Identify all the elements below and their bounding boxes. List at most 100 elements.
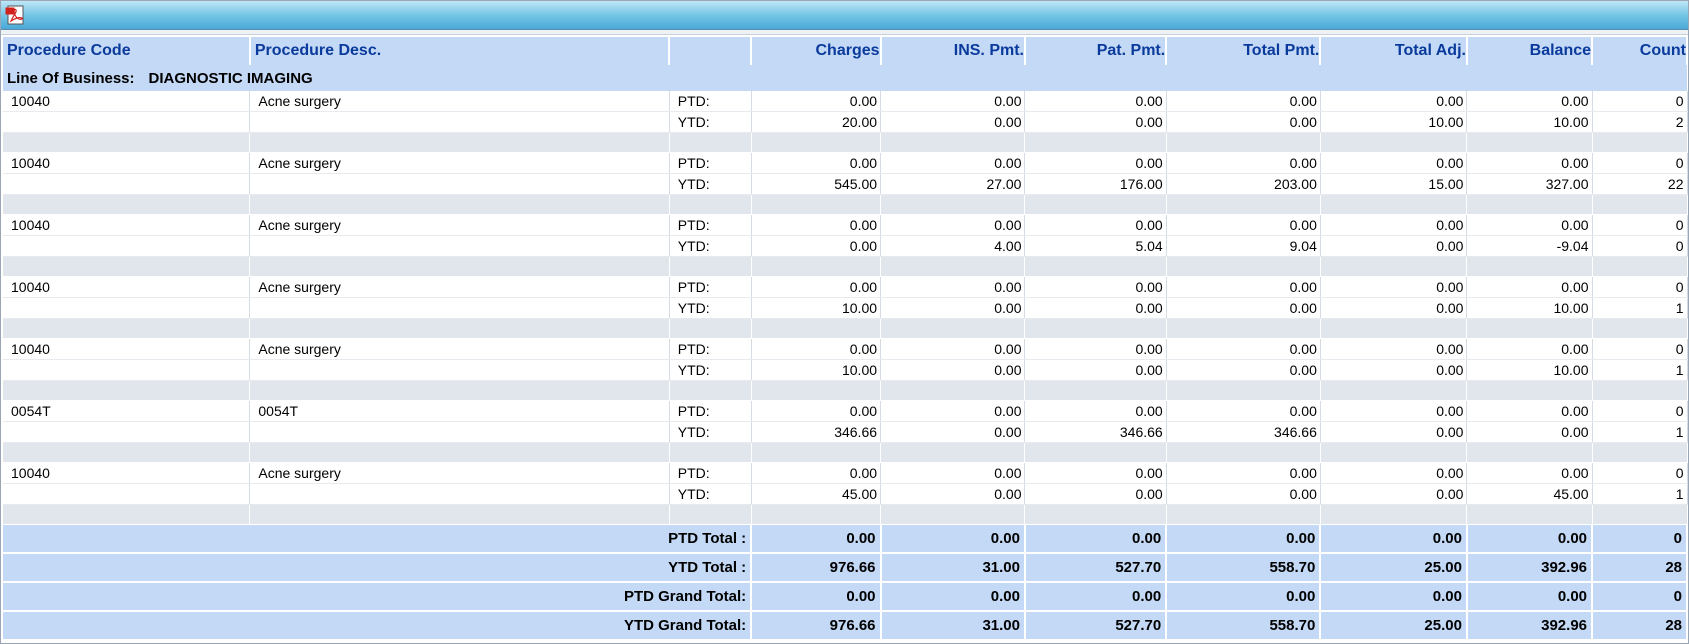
pat-pmt-cell: 346.66 <box>1024 421 1167 443</box>
total-charges-cell: 0.00 <box>751 524 882 554</box>
ins-pmt-cell: 0.00 <box>880 276 1026 298</box>
total-pmt-cell: 0.00 <box>1166 400 1321 422</box>
total-label-cell: PTD Grand Total: <box>3 582 753 612</box>
separator-cell <box>1466 504 1593 525</box>
count-cell: 0 <box>1592 462 1688 484</box>
procedure-code-cell: 10040 <box>3 152 251 174</box>
group-separator-row <box>3 442 1688 463</box>
total-pmt-cell: 0.00 <box>1166 152 1321 174</box>
charges-cell: 545.00 <box>751 173 882 195</box>
total-balance-cell: 0.00 <box>1466 524 1594 554</box>
ins-pmt-cell: 0.00 <box>880 421 1026 443</box>
separator-cell <box>1024 256 1167 277</box>
pdf-icon[interactable] <box>5 5 27 25</box>
separator-cell <box>1592 380 1688 401</box>
col-count[interactable]: Count <box>1592 37 1688 65</box>
total-adj-cell: 0.00 <box>1320 359 1468 381</box>
period-label-cell: YTD: <box>669 235 752 257</box>
col-pat-pmt[interactable]: Pat. Pmt. <box>1024 37 1168 65</box>
separator-cell <box>1024 504 1167 525</box>
total-adj-cell: 0.00 <box>1320 235 1468 257</box>
table-row-ytd: YTD: 20.00 0.00 0.00 0.00 10.00 10.00 2 <box>3 111 1688 133</box>
pat-pmt-cell: 0.00 <box>1024 359 1167 381</box>
group-separator-row <box>3 132 1688 153</box>
table-row-ptd: 10040 Acne surgery PTD: 0.00 0.00 0.00 0.00 0.0… <box>3 276 1688 298</box>
procedure-code-cell <box>3 359 251 381</box>
separator-cell <box>1592 256 1688 277</box>
count-cell: 0 <box>1592 214 1688 236</box>
separator-cell <box>1320 132 1468 153</box>
separator-cell <box>1024 318 1167 339</box>
total-count-cell: 0 <box>1592 524 1688 554</box>
total-pat-pmt-cell: 527.70 <box>1024 553 1168 583</box>
procedure-desc-cell: Acne surgery <box>249 276 670 298</box>
total-pmt-cell: 9.04 <box>1166 235 1321 257</box>
total-charges-cell: 0.00 <box>751 582 882 612</box>
total-adj-cell: 0.00 <box>1320 214 1468 236</box>
total-count-cell: 0 <box>1592 582 1688 612</box>
pat-pmt-cell: 0.00 <box>1024 462 1167 484</box>
separator-cell <box>1466 194 1593 215</box>
line-of-business-label: Line Of Business: <box>7 69 135 87</box>
col-balance[interactable]: Balance <box>1466 37 1594 65</box>
period-label-cell: PTD: <box>669 400 752 422</box>
separator-cell <box>1024 380 1167 401</box>
total-adj-cell: 15.00 <box>1320 173 1468 195</box>
pat-pmt-cell: 0.00 <box>1024 152 1167 174</box>
charges-cell: 45.00 <box>751 483 882 505</box>
col-procedure-desc[interactable]: Procedure Desc. <box>249 37 671 65</box>
procedure-rows: 10040 Acne surgery PTD: 0.00 0.00 0.00 0.00 0.0… <box>3 91 1688 525</box>
separator-cell <box>751 380 882 401</box>
procedure-desc-cell <box>249 173 670 195</box>
separator-cell <box>1320 380 1468 401</box>
total-adj-cell: 0.00 <box>1320 421 1468 443</box>
table-row-ptd: 10040 Acne surgery PTD: 0.00 0.00 0.00 0.00 0.0… <box>3 91 1688 112</box>
procedure-desc-cell <box>249 483 670 505</box>
col-charges[interactable]: Charges <box>751 37 882 65</box>
period-label-cell: YTD: <box>669 173 752 195</box>
separator-cell <box>3 256 251 277</box>
separator-cell <box>880 380 1026 401</box>
count-cell: 0 <box>1592 276 1688 298</box>
procedure-desc-cell <box>249 421 670 443</box>
total-pmt-cell: 0.00 <box>1166 91 1321 112</box>
total-adj-cell: 0.00 <box>1320 276 1468 298</box>
total-adj-cell: 0.00 <box>1320 152 1468 174</box>
group-separator-row <box>3 380 1688 401</box>
separator-cell <box>1592 132 1688 153</box>
report-window: Procedure Code Procedure Desc. Charges I… <box>0 0 1689 644</box>
procedure-desc-cell <box>249 111 670 133</box>
separator-cell <box>1466 442 1593 463</box>
separator-cell <box>1320 256 1468 277</box>
toolbar <box>1 1 1688 30</box>
pat-pmt-cell: 0.00 <box>1024 400 1167 422</box>
procedure-code-cell <box>3 235 251 257</box>
col-total-adj[interactable]: Total Adj. <box>1320 37 1468 65</box>
period-label-cell: YTD: <box>669 111 752 133</box>
separator-cell <box>1592 318 1688 339</box>
total-total-pmt-cell: 0.00 <box>1166 582 1322 612</box>
total-total-pmt-cell: 0.00 <box>1166 524 1322 554</box>
separator-cell <box>1466 318 1593 339</box>
col-procedure-code[interactable]: Procedure Code <box>3 37 251 65</box>
separator-cell <box>1320 318 1468 339</box>
table-row-ytd: YTD: 0.00 4.00 5.04 9.04 0.00 -9.04 0 <box>3 235 1688 257</box>
separator-cell <box>1166 256 1321 277</box>
pat-pmt-cell: 0.00 <box>1024 214 1167 236</box>
procedure-desc-cell: Acne surgery <box>249 338 670 360</box>
separator-cell <box>751 442 882 463</box>
procedure-desc-cell: Acne surgery <box>249 152 670 174</box>
total-pmt-cell: 0.00 <box>1166 462 1321 484</box>
charges-cell: 0.00 <box>751 152 882 174</box>
col-ins-pmt[interactable]: INS. Pmt. <box>880 37 1026 65</box>
balance-cell: 0.00 <box>1466 421 1593 443</box>
procedure-desc-cell: 0054T <box>249 400 670 422</box>
table-row-ytd: YTD: 10.00 0.00 0.00 0.00 0.00 10.00 1 <box>3 359 1688 381</box>
group-separator-row <box>3 318 1688 339</box>
separator-cell <box>1166 504 1321 525</box>
separator-cell <box>249 380 670 401</box>
totals-rows: PTD Total :0.00 0.00 0.00 0.00 0.00 0.00 0 YTD … <box>3 524 1688 641</box>
separator-cell <box>249 256 670 277</box>
col-total-pmt[interactable]: Total Pmt. <box>1166 37 1322 65</box>
separator-cell <box>1466 380 1593 401</box>
